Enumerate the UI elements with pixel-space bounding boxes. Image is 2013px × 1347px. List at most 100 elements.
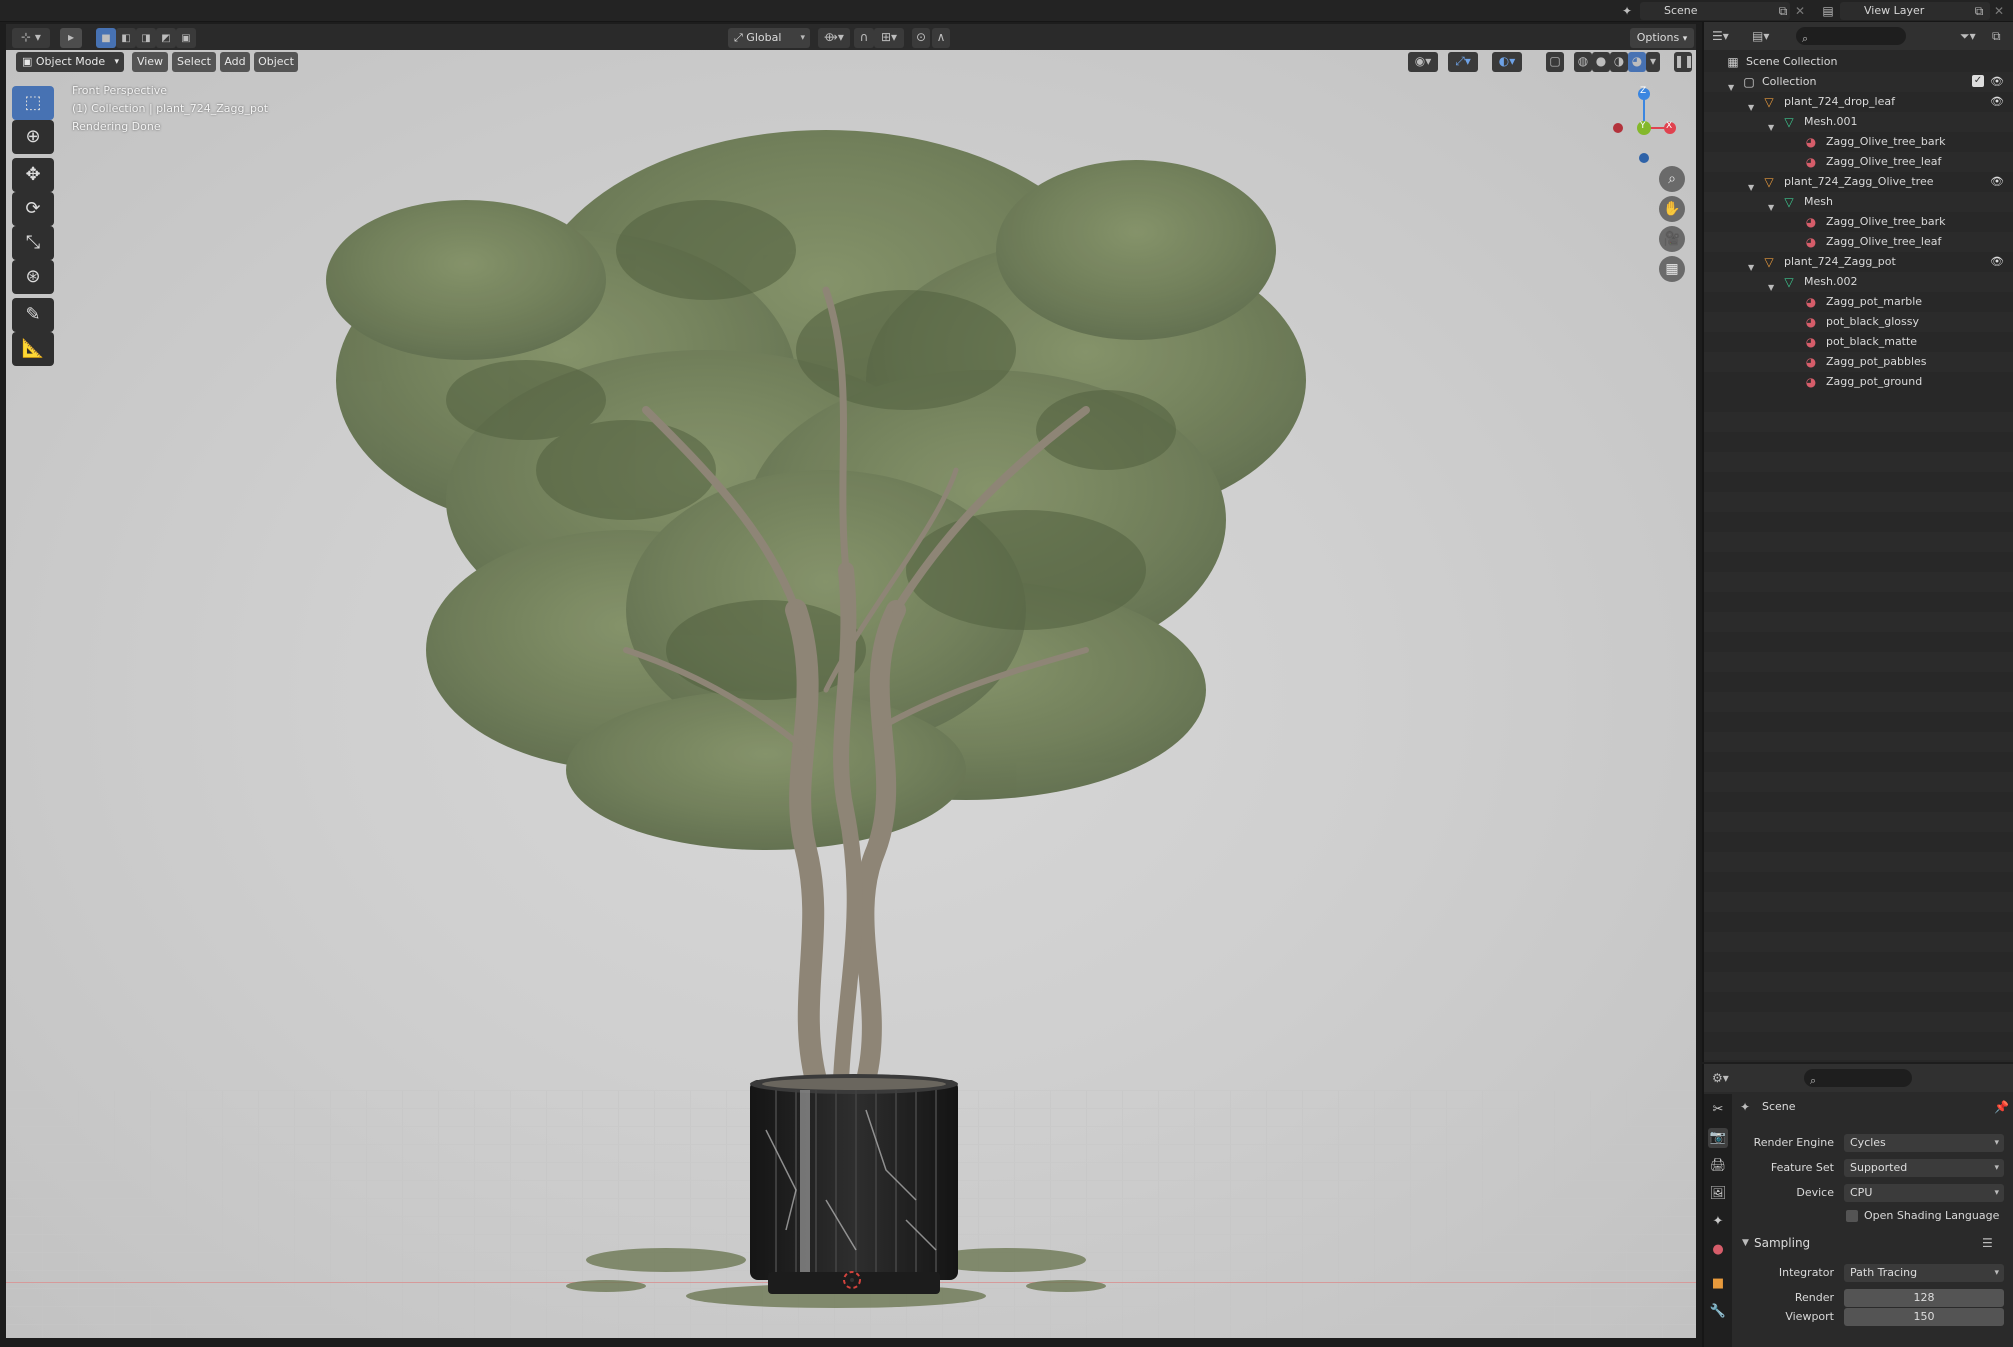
scene-icon[interactable]: ✦ bbox=[1617, 2, 1637, 20]
new-scene-icon[interactable]: ⧉ bbox=[1776, 2, 1790, 20]
3d-viewport[interactable]: Front Perspective (1) Collection | plant… bbox=[6, 50, 1696, 1338]
outliner-row-mesh[interactable]: ▼ ▽ Mesh bbox=[1704, 192, 2013, 212]
outliner-row-object[interactable]: ▼ ▽ plant_724_Zagg_pot 👁 bbox=[1704, 252, 2013, 272]
pause-render-button[interactable]: ❚❚ bbox=[1674, 52, 1694, 72]
view-layer-icon[interactable]: ▤ bbox=[1818, 2, 1838, 20]
xray-toggle[interactable]: ▢ bbox=[1546, 52, 1564, 72]
scene-tab-icon[interactable]: ✦ bbox=[1708, 1212, 1728, 1232]
options-dropdown[interactable]: Options ▾ bbox=[1630, 28, 1694, 48]
delete-scene-icon[interactable]: ✕ bbox=[1793, 2, 1807, 20]
select-extend-button[interactable]: ◧ bbox=[116, 28, 136, 48]
checkbox-icon[interactable]: ✓ bbox=[1972, 75, 1984, 87]
outliner-row-material[interactable]: ◕ Zagg_pot_pabbles bbox=[1704, 352, 2013, 372]
osl-checkbox[interactable] bbox=[1846, 1210, 1858, 1222]
outliner-row-mesh[interactable]: ▼ ▽ Mesh.002 bbox=[1704, 272, 2013, 292]
outliner-row-material[interactable]: ◕ pot_black_glossy bbox=[1704, 312, 2013, 332]
integrator-dropdown[interactable]: Path Tracing ▾ bbox=[1844, 1264, 2004, 1282]
outliner-row-material[interactable]: ◕ Zagg_Olive_tree_bark bbox=[1704, 212, 2013, 232]
filter-icon[interactable]: ⏷▾ bbox=[1960, 27, 1976, 45]
new-view-layer-icon[interactable]: ⧉ bbox=[1972, 2, 1986, 20]
select-invert-icon: ◩ bbox=[161, 33, 171, 44]
move-tool[interactable]: ✥ bbox=[12, 158, 54, 192]
proportional-edit-toggle[interactable]: ⊙ bbox=[912, 28, 930, 48]
shading-options-button[interactable]: ▾ bbox=[1646, 52, 1660, 72]
select-tool-mode-button[interactable]: ▸ bbox=[60, 28, 82, 48]
camera-view-button[interactable]: 🎥 bbox=[1659, 226, 1685, 252]
display-mode-icon[interactable]: ▤▾ bbox=[1752, 27, 1769, 45]
select-new-button[interactable]: ■ bbox=[96, 28, 116, 48]
select-invert-button[interactable]: ◩ bbox=[156, 28, 176, 48]
output-tab-icon[interactable]: 🖨 bbox=[1708, 1156, 1728, 1176]
eye-icon[interactable]: 👁 bbox=[1990, 72, 2004, 92]
select-subtract-button[interactable]: ◨ bbox=[136, 28, 156, 48]
transform-tool[interactable]: ⊛ bbox=[12, 260, 54, 294]
snap-toggle[interactable]: ∩ bbox=[854, 28, 874, 48]
visibility-button[interactable]: ◉▾ bbox=[1408, 52, 1438, 72]
new-collection-icon[interactable]: ⧉ bbox=[1992, 27, 2001, 45]
object-menu[interactable]: Object bbox=[254, 52, 298, 72]
scene-selector[interactable]: Scene bbox=[1640, 2, 1790, 20]
editor-type-icon[interactable]: ☰▾ bbox=[1712, 27, 1729, 45]
properties-search-input[interactable]: ⌕ bbox=[1804, 1069, 1912, 1087]
pivot-point-button[interactable]: ⟴▾ bbox=[818, 28, 850, 48]
pin-icon[interactable]: 📌 bbox=[1994, 1098, 2009, 1116]
transform-orientation-dropdown[interactable]: ⤢ Global ▾ bbox=[728, 28, 810, 48]
select-menu[interactable]: Select bbox=[172, 52, 216, 72]
ortho-toggle-button[interactable]: ▦ bbox=[1659, 256, 1685, 282]
wireframe-shading-button[interactable]: ◍ bbox=[1574, 52, 1592, 72]
outliner-row-material[interactable]: ◕ Zagg_Olive_tree_leaf bbox=[1704, 232, 2013, 252]
modifier-tab-icon[interactable]: 🔧 bbox=[1708, 1302, 1728, 1322]
outliner-row-object[interactable]: ▼ ▽ plant_724_drop_leaf 👁 bbox=[1704, 92, 2013, 112]
mode-dropdown[interactable]: ▣ Object Mode ▾ bbox=[16, 52, 124, 72]
outliner-row-material[interactable]: ◕ Zagg_Olive_tree_bark bbox=[1704, 132, 2013, 152]
view-menu[interactable]: View bbox=[132, 52, 168, 72]
falloff-button[interactable]: ∧ bbox=[932, 28, 950, 48]
outliner-row-material[interactable]: ◕ Zagg_pot_marble bbox=[1704, 292, 2013, 312]
outliner-row-material[interactable]: ◕ Zagg_pot_ground bbox=[1704, 372, 2013, 392]
pan-button[interactable]: ✋ bbox=[1659, 196, 1685, 222]
eye-icon[interactable]: 👁 bbox=[1990, 92, 2004, 112]
select-intersect-button[interactable]: ▣ bbox=[176, 28, 196, 48]
select-box-tool[interactable]: ⬚ bbox=[12, 86, 54, 120]
render-tab-icon[interactable]: 📷 bbox=[1708, 1128, 1728, 1148]
render-samples-field[interactable]: 128 bbox=[1844, 1289, 2004, 1307]
view-layer-tab-icon[interactable]: 🖼 bbox=[1708, 1184, 1728, 1204]
measure-tool[interactable]: 📐 bbox=[12, 332, 54, 366]
outliner-search-input[interactable]: ⌕ bbox=[1796, 27, 1906, 45]
scene-collection-row[interactable]: ▦ Scene Collection bbox=[1704, 52, 2013, 72]
material-preview-button[interactable]: ◑ bbox=[1610, 52, 1628, 72]
zoom-button[interactable]: ⌕ bbox=[1659, 166, 1685, 192]
outliner-row-collection[interactable]: ▼ ▢ Collection ✓ 👁 bbox=[1704, 72, 2013, 92]
annotate-tool[interactable]: ✎ bbox=[12, 298, 54, 332]
rotate-tool[interactable]: ⟳ bbox=[12, 192, 54, 226]
object-tab-icon[interactable]: ■ bbox=[1708, 1274, 1728, 1294]
editor-type-icon[interactable]: ⚙▾ bbox=[1712, 1069, 1729, 1087]
viewport-samples-field[interactable]: 150 bbox=[1844, 1308, 2004, 1326]
scale-tool[interactable]: ⤡ bbox=[12, 226, 54, 260]
overlays-toggle[interactable]: ◐▾ bbox=[1492, 52, 1522, 72]
outliner-row-material[interactable]: ◕ Zagg_Olive_tree_leaf bbox=[1704, 152, 2013, 172]
device-dropdown[interactable]: CPU ▾ bbox=[1844, 1184, 2004, 1202]
solid-shading-button[interactable]: ● bbox=[1592, 52, 1610, 72]
rendered-shading-button[interactable]: ◕ bbox=[1628, 52, 1646, 72]
sampling-panel-header[interactable]: ▼ Sampling ☰ bbox=[1734, 1234, 2013, 1254]
eye-icon[interactable]: 👁 bbox=[1990, 252, 2004, 272]
outliner-row-object[interactable]: ▼ ▽ plant_724_Zagg_Olive_tree 👁 bbox=[1704, 172, 2013, 192]
gizmo-toggle[interactable]: ⤢▾ bbox=[1448, 52, 1478, 72]
feature-set-dropdown[interactable]: Supported ▾ bbox=[1844, 1159, 2004, 1177]
outliner-row-mesh[interactable]: ▼ ▽ Mesh.001 bbox=[1704, 112, 2013, 132]
view-layer-selector[interactable]: View Layer bbox=[1840, 2, 1990, 20]
presets-list-icon[interactable]: ☰ bbox=[1982, 1236, 1993, 1250]
snap-target-button[interactable]: ⊞▾ bbox=[874, 28, 904, 48]
overlays-icon: ◐▾ bbox=[1498, 54, 1516, 68]
cursor-tool[interactable]: ⊕ bbox=[12, 120, 54, 154]
editor-type-button[interactable]: ⊹ ▾ bbox=[12, 28, 50, 48]
outliner-empty-area[interactable] bbox=[1704, 392, 2013, 1060]
tool-tab-icon[interactable]: ✂ bbox=[1708, 1100, 1728, 1120]
delete-view-layer-icon[interactable]: ✕ bbox=[1992, 2, 2006, 20]
render-engine-dropdown[interactable]: Cycles ▾ bbox=[1844, 1134, 2004, 1152]
outliner-row-material[interactable]: ◕ pot_black_matte bbox=[1704, 332, 2013, 352]
world-tab-icon[interactable]: ● bbox=[1708, 1240, 1728, 1260]
add-menu[interactable]: Add bbox=[220, 52, 250, 72]
eye-icon[interactable]: 👁 bbox=[1990, 172, 2004, 192]
